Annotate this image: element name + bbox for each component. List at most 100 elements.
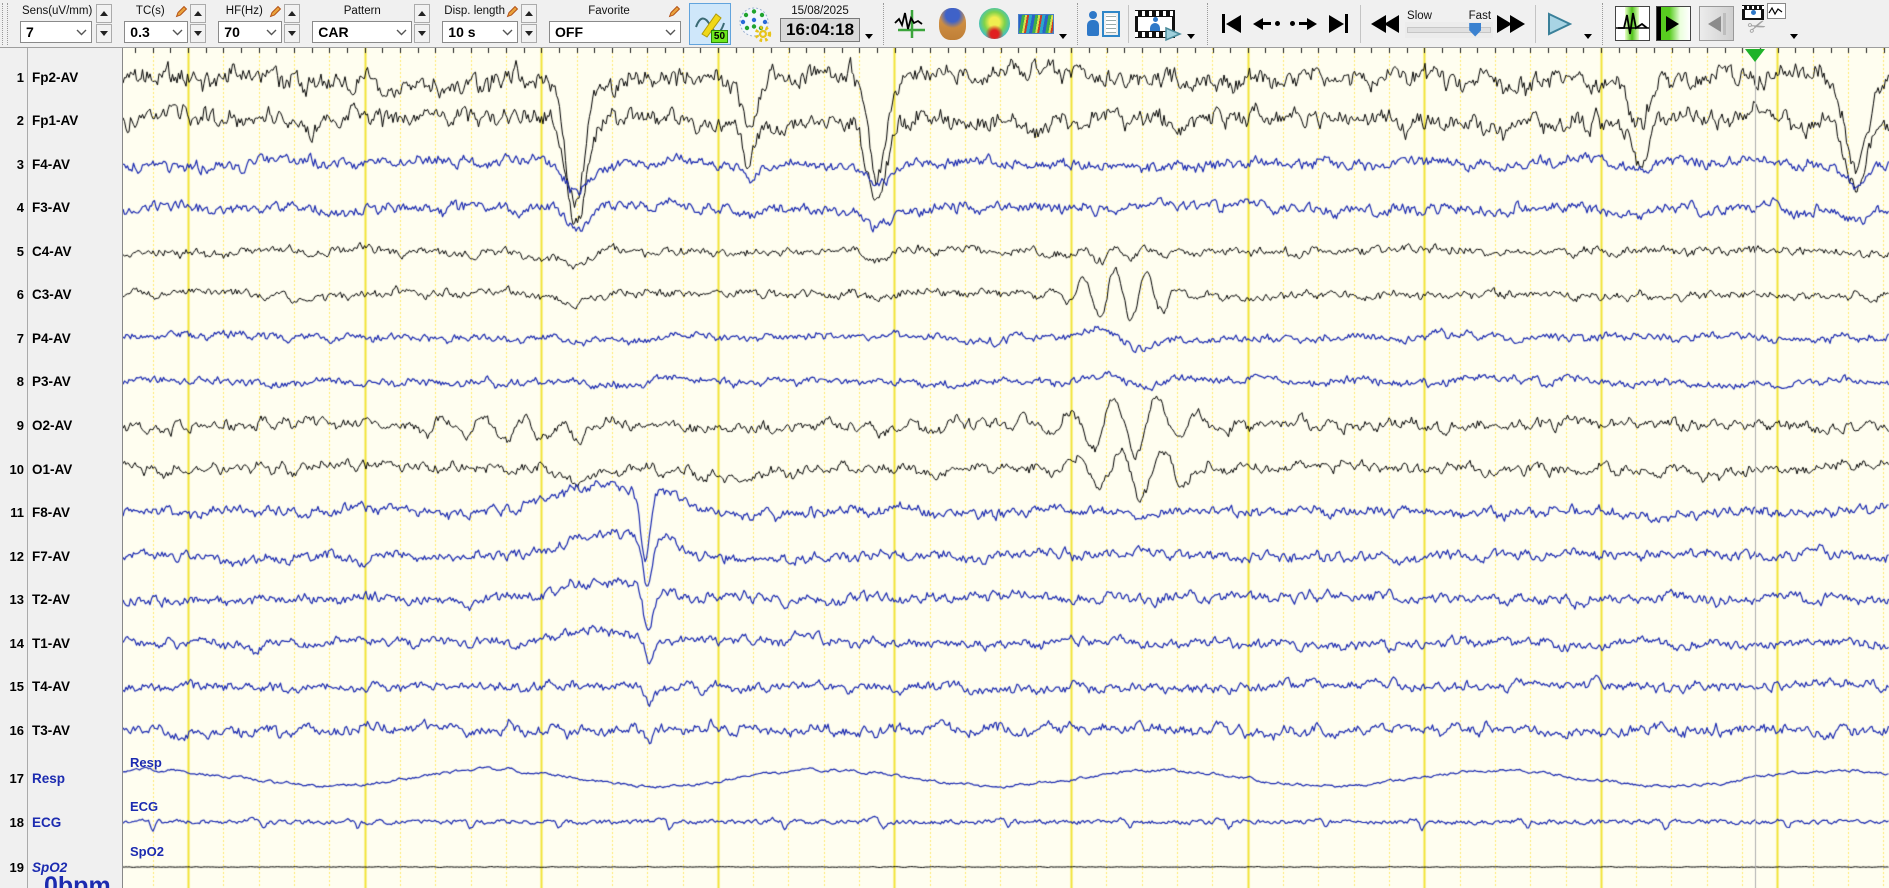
speed-slider-track[interactable] xyxy=(1405,21,1494,38)
combo-hf[interactable]: 70 xyxy=(218,21,283,43)
chevron-down-icon xyxy=(266,29,277,35)
skip-to-start-button[interactable] xyxy=(1222,4,1242,44)
channel-label: T3-AV xyxy=(32,722,71,738)
channel-row-t2-av[interactable]: 13 T2-AV xyxy=(0,590,122,610)
segment-wave-icon xyxy=(1616,12,1650,35)
combo-disp-length[interactable]: 10 s xyxy=(442,21,519,43)
fast-forward-button[interactable] xyxy=(1497,4,1526,44)
spinner-down-disp-length[interactable] xyxy=(521,24,538,43)
speed-slider-thumb[interactable] xyxy=(1469,22,1482,37)
channel-row-p4-av[interactable]: 7 P4-AV xyxy=(0,328,122,348)
channel-row-ecg[interactable]: 18 ECG xyxy=(0,812,122,832)
spectrogram-button[interactable] xyxy=(1018,4,1055,44)
channel-row-o2-av[interactable]: 9 O2-AV xyxy=(0,415,122,435)
channel-row-fp1-av[interactable]: 2 Fp1-AV xyxy=(0,111,122,131)
channel-label: T1-AV xyxy=(32,635,71,651)
channel-row-f7-av[interactable]: 12 F7-AV xyxy=(0,546,122,566)
channel-number: 18 xyxy=(9,814,24,830)
channel-row-f3-av[interactable]: 4 F3-AV xyxy=(0,198,122,218)
topo-map-button[interactable] xyxy=(976,4,1012,44)
channel-number: 6 xyxy=(16,287,24,303)
channel-row-o1-av[interactable]: 10 O1-AV xyxy=(0,459,122,479)
previous-segment-button-disabled[interactable] xyxy=(1699,6,1735,41)
pencil-edit-icon[interactable] xyxy=(269,5,282,18)
speed-slow-label: Slow xyxy=(1407,9,1432,22)
chevron-down-icon xyxy=(665,29,676,35)
channel-label: P3-AV xyxy=(32,374,71,390)
play-icon xyxy=(1548,11,1573,36)
channel-row-t3-av[interactable]: 16 T3-AV xyxy=(0,720,122,740)
channel-number: 10 xyxy=(9,461,24,477)
video-playback-button[interactable] xyxy=(1135,9,1182,41)
patient-info-button[interactable] xyxy=(1086,4,1121,44)
spinner-down-sens[interactable] xyxy=(96,24,113,43)
video-play-icon xyxy=(1165,26,1182,41)
combo-groups: Sens(uV/mm) 7 TC(s) 0.3 HF(Hz) 70 Pattern CAR Di… xyxy=(8,4,682,43)
video-dropdown-arrow[interactable] xyxy=(1187,34,1196,39)
channel-row-p3-av[interactable]: 8 P3-AV xyxy=(0,372,122,392)
channel-row-fp2-av[interactable]: 1 Fp2-AV xyxy=(0,67,122,87)
play-from-cursor-button[interactable] xyxy=(1656,6,1692,41)
speed-fast-label: Fast xyxy=(1468,9,1492,22)
channel-row-c4-av[interactable]: 5 C4-AV xyxy=(0,241,122,261)
channel-row-t1-av[interactable]: 14 T1-AV xyxy=(0,633,122,653)
topo-map-icon xyxy=(978,8,1010,39)
channel-row-t4-av[interactable]: 15 T4-AV xyxy=(0,677,122,697)
skip-to-end-button[interactable] xyxy=(1329,4,1349,44)
spinner-up-disp-length[interactable] xyxy=(521,4,538,23)
clip-dropdown-arrow[interactable] xyxy=(1790,34,1799,39)
green-play-icon xyxy=(1666,15,1680,32)
spinner-up-tc[interactable] xyxy=(190,4,207,23)
channel-label: C4-AV xyxy=(32,243,72,259)
combo-pattern[interactable]: CAR xyxy=(312,21,413,43)
spinner-up-pattern[interactable] xyxy=(414,4,431,23)
amplitude-map-button[interactable] xyxy=(892,4,928,44)
pencil-edit-icon[interactable] xyxy=(175,5,188,18)
channel-label: F8-AV xyxy=(32,505,71,521)
combo-label-disp-length: Disp. length xyxy=(444,5,506,17)
datetime-display: 15/08/2025 16:04:18 xyxy=(780,5,861,42)
time-dropdown-arrow[interactable] xyxy=(865,34,874,39)
spinner-down-pattern[interactable] xyxy=(414,24,431,43)
spinner-down-hf[interactable] xyxy=(284,24,301,43)
spinner-up-sens[interactable] xyxy=(96,4,113,23)
channel-label: F3-AV xyxy=(32,200,71,216)
toolbar: Sens(uV/mm) 7 TC(s) 0.3 HF(Hz) 70 Pattern CAR Di… xyxy=(0,0,1889,48)
trace-area: Resp ECG SpO2 xyxy=(123,48,1889,888)
play-dropdown-arrow[interactable] xyxy=(1584,34,1593,39)
speed-slider: Slow Fast xyxy=(1405,9,1494,38)
time-display[interactable]: 16:04:18 xyxy=(780,18,861,42)
video-clip-button[interactable]: ✂ xyxy=(1742,2,1787,45)
spinner-down-tc[interactable] xyxy=(190,24,207,43)
channel-row-c3-av[interactable]: 6 C3-AV xyxy=(0,285,122,305)
spinner-hf xyxy=(284,4,301,43)
combo-value-pattern: CAR xyxy=(318,24,349,40)
channel-row-spo2[interactable]: 19 SpO2 xyxy=(0,857,122,877)
step-back-button[interactable] xyxy=(1253,4,1281,44)
channel-label: Fp2-AV xyxy=(32,69,79,85)
pencil-edit-icon[interactable] xyxy=(668,5,681,18)
notch-filter-button[interactable]: 50 xyxy=(689,2,732,45)
channel-number: 7 xyxy=(16,330,24,346)
event-marker[interactable] xyxy=(1745,49,1765,62)
review-segment-button[interactable] xyxy=(1615,6,1651,41)
channel-label-column: 0bpm 1 Fp2-AV 2 Fp1-AV 3 F4-AV 4 F3-AV 5 C4-AV 6 C3… xyxy=(0,48,123,888)
channel-row-f8-av[interactable]: 11 F8-AV xyxy=(0,503,122,523)
channel-row-f4-av[interactable]: 3 F4-AV xyxy=(0,154,122,174)
spinner-disp-length xyxy=(521,4,538,43)
combo-tc[interactable]: 0.3 xyxy=(124,21,189,43)
step-forward-button[interactable] xyxy=(1290,4,1318,44)
head-3d-map-button[interactable] xyxy=(934,4,970,44)
eeg-trace-canvas[interactable] xyxy=(123,48,1889,888)
channel-row-resp[interactable]: 17 Resp xyxy=(0,768,122,788)
combo-favorite[interactable]: OFF xyxy=(549,21,682,43)
montage-settings-button[interactable] xyxy=(736,4,774,44)
spinner-up-hf[interactable] xyxy=(284,4,301,23)
combo-sens[interactable]: 7 xyxy=(20,21,92,43)
channel-label: C3-AV xyxy=(32,287,72,303)
rewind-button[interactable] xyxy=(1371,4,1400,44)
maps-dropdown-arrow[interactable] xyxy=(1059,34,1068,39)
play-button[interactable] xyxy=(1546,4,1573,44)
pencil-edit-icon[interactable] xyxy=(506,5,519,18)
gray-back-icon xyxy=(1707,15,1721,32)
